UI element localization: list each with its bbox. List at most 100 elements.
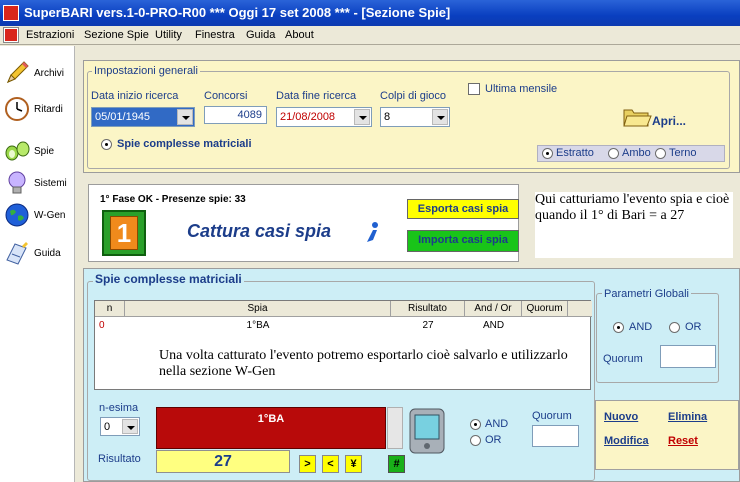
ambo-label: Ambo bbox=[622, 147, 651, 159]
lightbulb-icon bbox=[8, 171, 26, 194]
sorte-group: Estratto Ambo Terno bbox=[537, 145, 725, 162]
nuovo-button[interactable]: Nuovo bbox=[604, 411, 638, 423]
menu-sezione-spie[interactable]: Sezione Spie bbox=[84, 29, 149, 41]
book-icon bbox=[6, 242, 28, 265]
table-row[interactable]: 0 1°BA 27 AND bbox=[95, 318, 592, 334]
global-params-legend: Parametri Globali bbox=[602, 288, 691, 300]
clock-icon bbox=[5, 97, 29, 121]
data-inizio-select[interactable]: 05/01/1945 bbox=[91, 107, 195, 127]
col-n[interactable]: n bbox=[95, 301, 125, 317]
nesima-label: n-esima bbox=[99, 402, 139, 414]
concorsi-field[interactable]: 4089 bbox=[204, 106, 267, 124]
window-title: SuperBARI vers.1-0-PRO-R00 *** Oggi 17 s… bbox=[24, 5, 451, 20]
prev-button[interactable]: < bbox=[322, 455, 339, 473]
spia-display: 1°BA bbox=[156, 407, 386, 449]
yen-button[interactable]: ¥ bbox=[345, 455, 362, 473]
sidebar: Archivi Ritardi Spie Sistemi W-Gen Guida bbox=[0, 46, 75, 482]
ultima-mensile-label: Ultima mensile bbox=[485, 83, 558, 95]
menu-estrazioni[interactable]: Estrazioni bbox=[26, 29, 74, 41]
spie-matriciali-radio[interactable] bbox=[101, 139, 112, 150]
phase-badge: 1 bbox=[102, 210, 146, 256]
quorum-field[interactable] bbox=[532, 425, 579, 447]
row-quorum bbox=[522, 318, 568, 334]
terno-label: Terno bbox=[669, 147, 697, 159]
col-and-or[interactable]: And / Or bbox=[465, 301, 522, 317]
menu-finestra[interactable]: Finestra bbox=[195, 29, 235, 41]
matrix-table[interactable]: n Spia Risultato And / Or Quorum 0 1°BA … bbox=[94, 300, 592, 390]
concorsi-label: Concorsi bbox=[204, 90, 248, 102]
sidebar-item-sistemi[interactable]: Sistemi bbox=[2, 168, 72, 198]
chevron-down-icon[interactable] bbox=[122, 419, 138, 434]
sidebar-item-guida[interactable]: Guida bbox=[2, 238, 72, 268]
reset-button[interactable]: Reset bbox=[668, 435, 698, 447]
ultima-mensile-checkbox[interactable] bbox=[468, 83, 480, 95]
data-fine-label: Data fine ricerca bbox=[276, 90, 357, 102]
hash-button[interactable]: # bbox=[388, 455, 405, 473]
estratto-label: Estratto bbox=[556, 147, 594, 159]
chevron-down-icon[interactable] bbox=[177, 109, 193, 125]
globe-icon bbox=[5, 203, 29, 227]
menu-guida[interactable]: Guida bbox=[246, 29, 275, 41]
estratto-radio[interactable] bbox=[542, 148, 553, 159]
capture-note: Qui catturiamo l'evento spia e cioè quan… bbox=[535, 192, 733, 258]
global-or-radio[interactable] bbox=[669, 322, 680, 333]
logic-and-radio[interactable] bbox=[470, 419, 481, 430]
nesima-value: 0 bbox=[104, 421, 111, 433]
title-bar: SuperBARI vers.1-0-PRO-R00 *** Oggi 17 s… bbox=[0, 0, 740, 26]
matrix-note: Una volta catturato l'evento potremo esp… bbox=[159, 348, 579, 382]
apri-button[interactable]: Apri... bbox=[652, 114, 686, 128]
settings-panel: Impostazioni generali Data inizio ricerc… bbox=[83, 60, 740, 173]
chevron-down-icon[interactable] bbox=[432, 109, 448, 125]
spie-matriciali-label: Spie complesse matriciali bbox=[117, 138, 252, 150]
data-fine-select[interactable]: 21/08/2008 bbox=[276, 107, 372, 127]
quorum-label: Quorum bbox=[532, 410, 572, 422]
menu-utility[interactable]: Utility bbox=[155, 29, 182, 41]
row-n: 0 bbox=[99, 320, 105, 331]
colpi-label: Colpi di gioco bbox=[380, 90, 447, 102]
sidebar-item-ritardi[interactable]: Ritardi bbox=[2, 94, 72, 124]
next-button[interactable]: > bbox=[299, 455, 316, 473]
sidebar-item-label: W-Gen bbox=[34, 210, 66, 221]
terno-radio[interactable] bbox=[655, 148, 666, 159]
global-quorum-label: Quorum bbox=[603, 353, 643, 365]
col-risultato[interactable]: Risultato bbox=[391, 301, 465, 317]
logic-or-radio[interactable] bbox=[470, 435, 481, 446]
folder-open-icon[interactable] bbox=[622, 106, 652, 128]
col-quorum[interactable]: Quorum bbox=[522, 301, 568, 317]
phase-number: 1 bbox=[110, 216, 138, 250]
capture-panel: 1° Fase OK - Presenze spie: 33 1 Cattura… bbox=[88, 184, 519, 262]
child-window-icon[interactable] bbox=[3, 27, 19, 43]
elimina-button[interactable]: Elimina bbox=[668, 411, 707, 423]
global-and-radio[interactable] bbox=[613, 322, 624, 333]
sidebar-item-w-gen[interactable]: W-Gen bbox=[2, 200, 72, 230]
sidebar-item-spie[interactable]: Spie bbox=[2, 136, 72, 166]
chevron-down-icon[interactable] bbox=[354, 109, 370, 125]
data-fine-value: 21/08/2008 bbox=[280, 111, 336, 123]
ambo-radio[interactable] bbox=[608, 148, 619, 159]
data-inizio-value: 05/01/1945 bbox=[95, 111, 151, 123]
spia-scrollbar[interactable] bbox=[387, 407, 403, 449]
sidebar-item-label: Guida bbox=[34, 248, 61, 259]
importa-button[interactable]: Importa casi spia bbox=[407, 230, 519, 252]
global-quorum-field[interactable] bbox=[660, 345, 716, 368]
colpi-value: 8 bbox=[384, 111, 391, 123]
col-spia[interactable]: Spia bbox=[125, 301, 391, 317]
data-inizio-label: Data inizio ricerca bbox=[91, 90, 179, 102]
capture-status: 1° Fase OK - Presenze spie: 33 bbox=[100, 194, 246, 205]
row-risultato: 27 bbox=[422, 320, 434, 331]
risultato-field[interactable]: 27 bbox=[156, 450, 290, 473]
colpi-select[interactable]: 8 bbox=[380, 107, 450, 127]
sidebar-item-label: Sistemi bbox=[34, 178, 67, 189]
sidebar-item-label: Spie bbox=[34, 146, 55, 157]
info-icon bbox=[367, 222, 378, 242]
modifica-button[interactable]: Modifica bbox=[604, 435, 649, 447]
logic-and-label: AND bbox=[485, 418, 509, 430]
nesima-select[interactable]: 0 bbox=[100, 417, 140, 436]
esporta-button[interactable]: Esporta casi spia bbox=[407, 199, 519, 219]
pencil-icon bbox=[7, 61, 29, 83]
sidebar-item-archivi[interactable]: Archivi bbox=[2, 58, 72, 88]
menu-about[interactable]: About bbox=[285, 29, 314, 41]
app-icon bbox=[3, 5, 19, 21]
row-and-or: AND bbox=[482, 320, 505, 331]
capture-title: Cattura casi spia bbox=[187, 221, 332, 241]
